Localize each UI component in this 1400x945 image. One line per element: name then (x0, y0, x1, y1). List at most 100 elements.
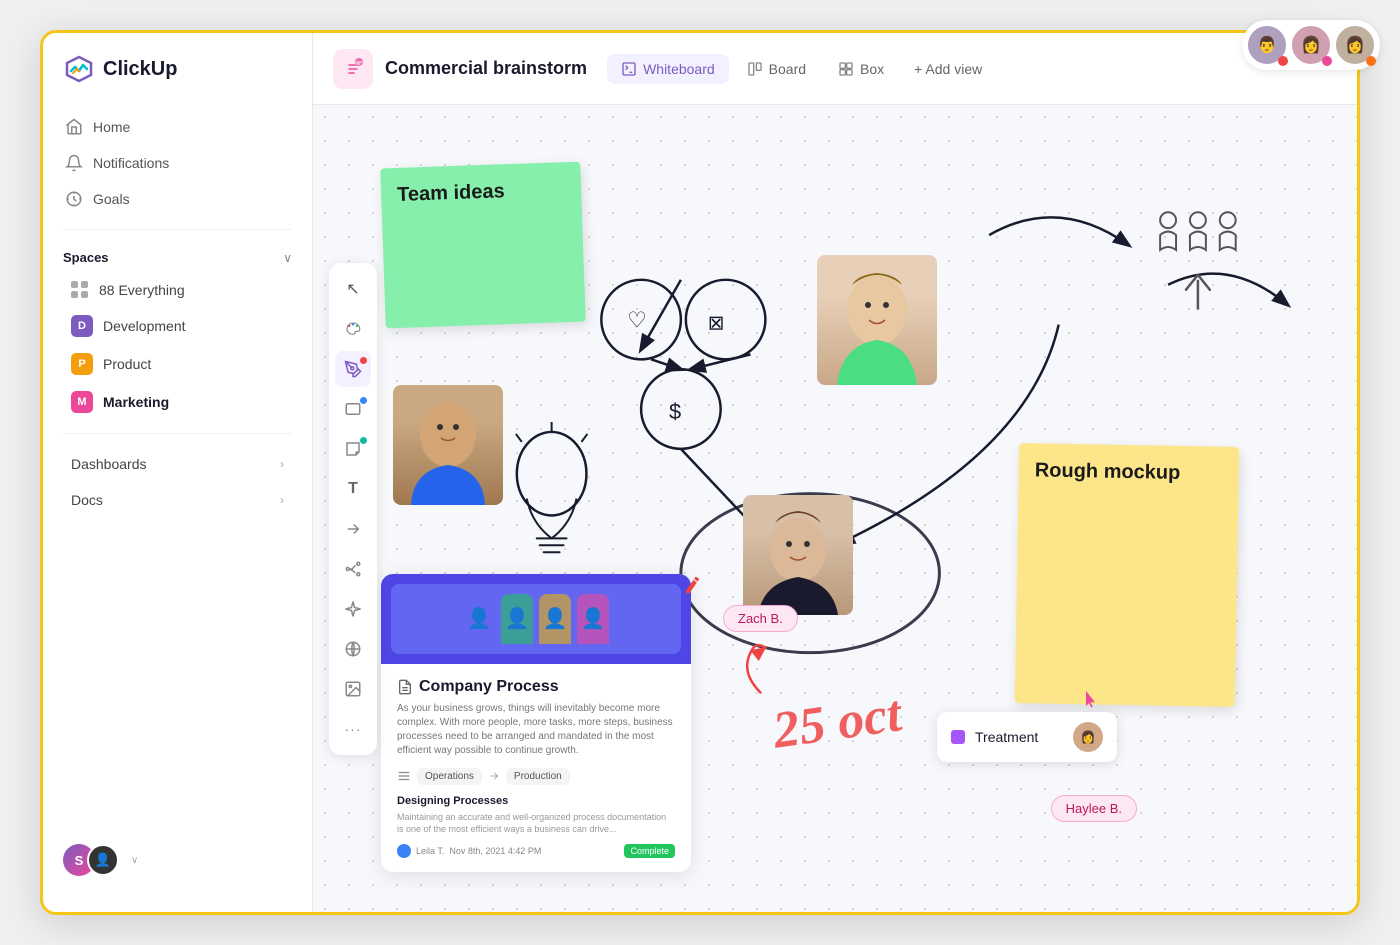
tool-more[interactable]: ··· (335, 711, 371, 747)
collab-1: 👨 (1245, 30, 1289, 67)
pen-cursor (681, 573, 705, 602)
page-icon-wrapper (333, 49, 373, 89)
everything-icon (71, 281, 89, 299)
space-item-everything[interactable]: Leila T. 88 Everything (51, 273, 304, 307)
sidebar-divider (63, 229, 292, 230)
tool-palette[interactable] (335, 311, 371, 347)
dashboards-label: Dashboards (71, 456, 147, 472)
tool-arrow[interactable] (335, 511, 371, 547)
treatment-color (951, 730, 965, 744)
doc-banner-inner: 👤 👤 👤 👤 (391, 584, 681, 654)
marketing-badge: M (71, 391, 93, 413)
clickup-logo-icon (63, 53, 95, 85)
add-view-button[interactable]: + Add view (902, 54, 994, 84)
board-icon (747, 61, 763, 77)
topbar: Commercial brainstorm Whiteboard (313, 33, 1357, 105)
tool-pen-dot (360, 357, 367, 364)
tool-cursor[interactable]: ↖ (335, 271, 371, 307)
sidebar-divider-2 (63, 433, 292, 434)
svg-text:♡: ♡ (627, 308, 647, 333)
space-item-marketing[interactable]: M Marketing (51, 383, 304, 421)
sticky-note-yellow: Rough mockup (1015, 443, 1240, 707)
tool-globe[interactable] (335, 631, 371, 667)
sidebar-nav: Home Notifications Goals (43, 109, 312, 217)
whiteboard-canvas[interactable]: ↖ (313, 105, 1357, 912)
connect-icon (344, 560, 362, 578)
box-icon (838, 61, 854, 77)
sidebar-item-home[interactable]: Home (53, 109, 302, 145)
date-annotation: 25 oct (770, 684, 905, 760)
sidebar-footer: S 👤 ∨ (43, 828, 312, 892)
sidebar-item-notifications[interactable]: Notifications (53, 145, 302, 181)
svg-text:⊠: ⊠ (708, 313, 725, 335)
dev-badge: D (71, 315, 93, 337)
tool-connect[interactable] (335, 551, 371, 587)
docs-label: Docs (71, 492, 103, 508)
face-photo-1 (393, 385, 503, 505)
tab-board[interactable]: Board (733, 54, 820, 84)
cursor-icon (1083, 691, 1101, 714)
logo[interactable]: ClickUp (43, 53, 312, 109)
home-label: Home (93, 119, 130, 135)
space-item-development[interactable]: D Development (51, 307, 304, 345)
sidebar-item-goals[interactable]: Goals (53, 181, 302, 217)
sticky-yellow-text: Rough mockup (1035, 459, 1181, 485)
space-item-product[interactable]: P Product (51, 345, 304, 383)
tab-board-label: Board (769, 61, 806, 77)
person-svg-2 (817, 255, 937, 385)
banner-fig-4: 👤 (577, 594, 609, 644)
space-product-label: Product (103, 356, 151, 372)
app-name: ClickUp (103, 58, 177, 81)
sidebar-section-docs[interactable]: Docs › (51, 482, 304, 518)
sticky-note-green: Team ideas (380, 162, 585, 329)
collab-dot-2 (1322, 56, 1332, 66)
tool-sparkle[interactable] (335, 591, 371, 627)
whiteboard-icon (621, 61, 637, 77)
doc-banner: 👤 👤 👤 👤 (381, 574, 691, 664)
treatment-label: Treatment (975, 729, 1063, 745)
docs-chevron: › (280, 493, 284, 507)
treatment-avatar: 👩 (1073, 722, 1103, 752)
tool-rectangle[interactable] (335, 391, 371, 427)
sparkle-icon (344, 600, 362, 618)
treatment-card[interactable]: Treatment 👩 (937, 712, 1117, 762)
tab-box-label: Box (860, 61, 884, 77)
doc-title: Company Process (397, 678, 675, 696)
banner-figures: 👤 👤 👤 👤 (463, 594, 609, 644)
doc-status: Complete (624, 844, 675, 858)
add-view-label: + Add view (914, 61, 982, 77)
collab-avatar-3: 👩 (1333, 30, 1360, 67)
globe-icon (344, 640, 362, 658)
doc-body: Company Process As your business grows, … (381, 664, 691, 872)
tab-box[interactable]: Box (824, 54, 898, 84)
doc-author: Leila T. Nov 8th, 2021 4:42 PM (397, 844, 541, 858)
person-svg-1 (393, 385, 503, 505)
tab-whiteboard-label: Whiteboard (643, 61, 715, 77)
doc-author-dot (397, 844, 411, 858)
tool-text[interactable]: T (335, 471, 371, 507)
notifications-label: Notifications (93, 155, 169, 171)
user-menu-chevron[interactable]: ∨ (131, 855, 138, 866)
whiteboard-toolbar: ↖ (329, 263, 377, 755)
product-badge: P (71, 353, 93, 375)
tool-pen[interactable] (335, 351, 371, 387)
space-dev-label: Development (103, 318, 186, 334)
sidebar-section-dashboards[interactable]: Dashboards › (51, 446, 304, 482)
flow-to: Production (506, 768, 570, 785)
sticky-icon (344, 440, 362, 458)
doc-flow: Operations Production (397, 768, 675, 785)
space-marketing-label: Marketing (103, 394, 169, 410)
banner-fig-2: 👤 (501, 594, 533, 644)
tool-sticky[interactable] (335, 431, 371, 467)
arrow-right-icon (488, 770, 500, 782)
home-icon (65, 118, 83, 136)
user-avatars[interactable]: S 👤 (63, 844, 119, 876)
bell-icon (65, 154, 83, 172)
document-card[interactable]: 👤 👤 👤 👤 (381, 574, 691, 872)
pen-tool-icon (681, 573, 704, 596)
spaces-header[interactable]: Spaces ∨ (43, 242, 312, 273)
pen-icon (344, 360, 362, 378)
spaces-chevron: ∨ (283, 251, 292, 265)
tab-whiteboard[interactable]: Whiteboard (607, 54, 729, 84)
tool-image[interactable] (335, 671, 371, 707)
